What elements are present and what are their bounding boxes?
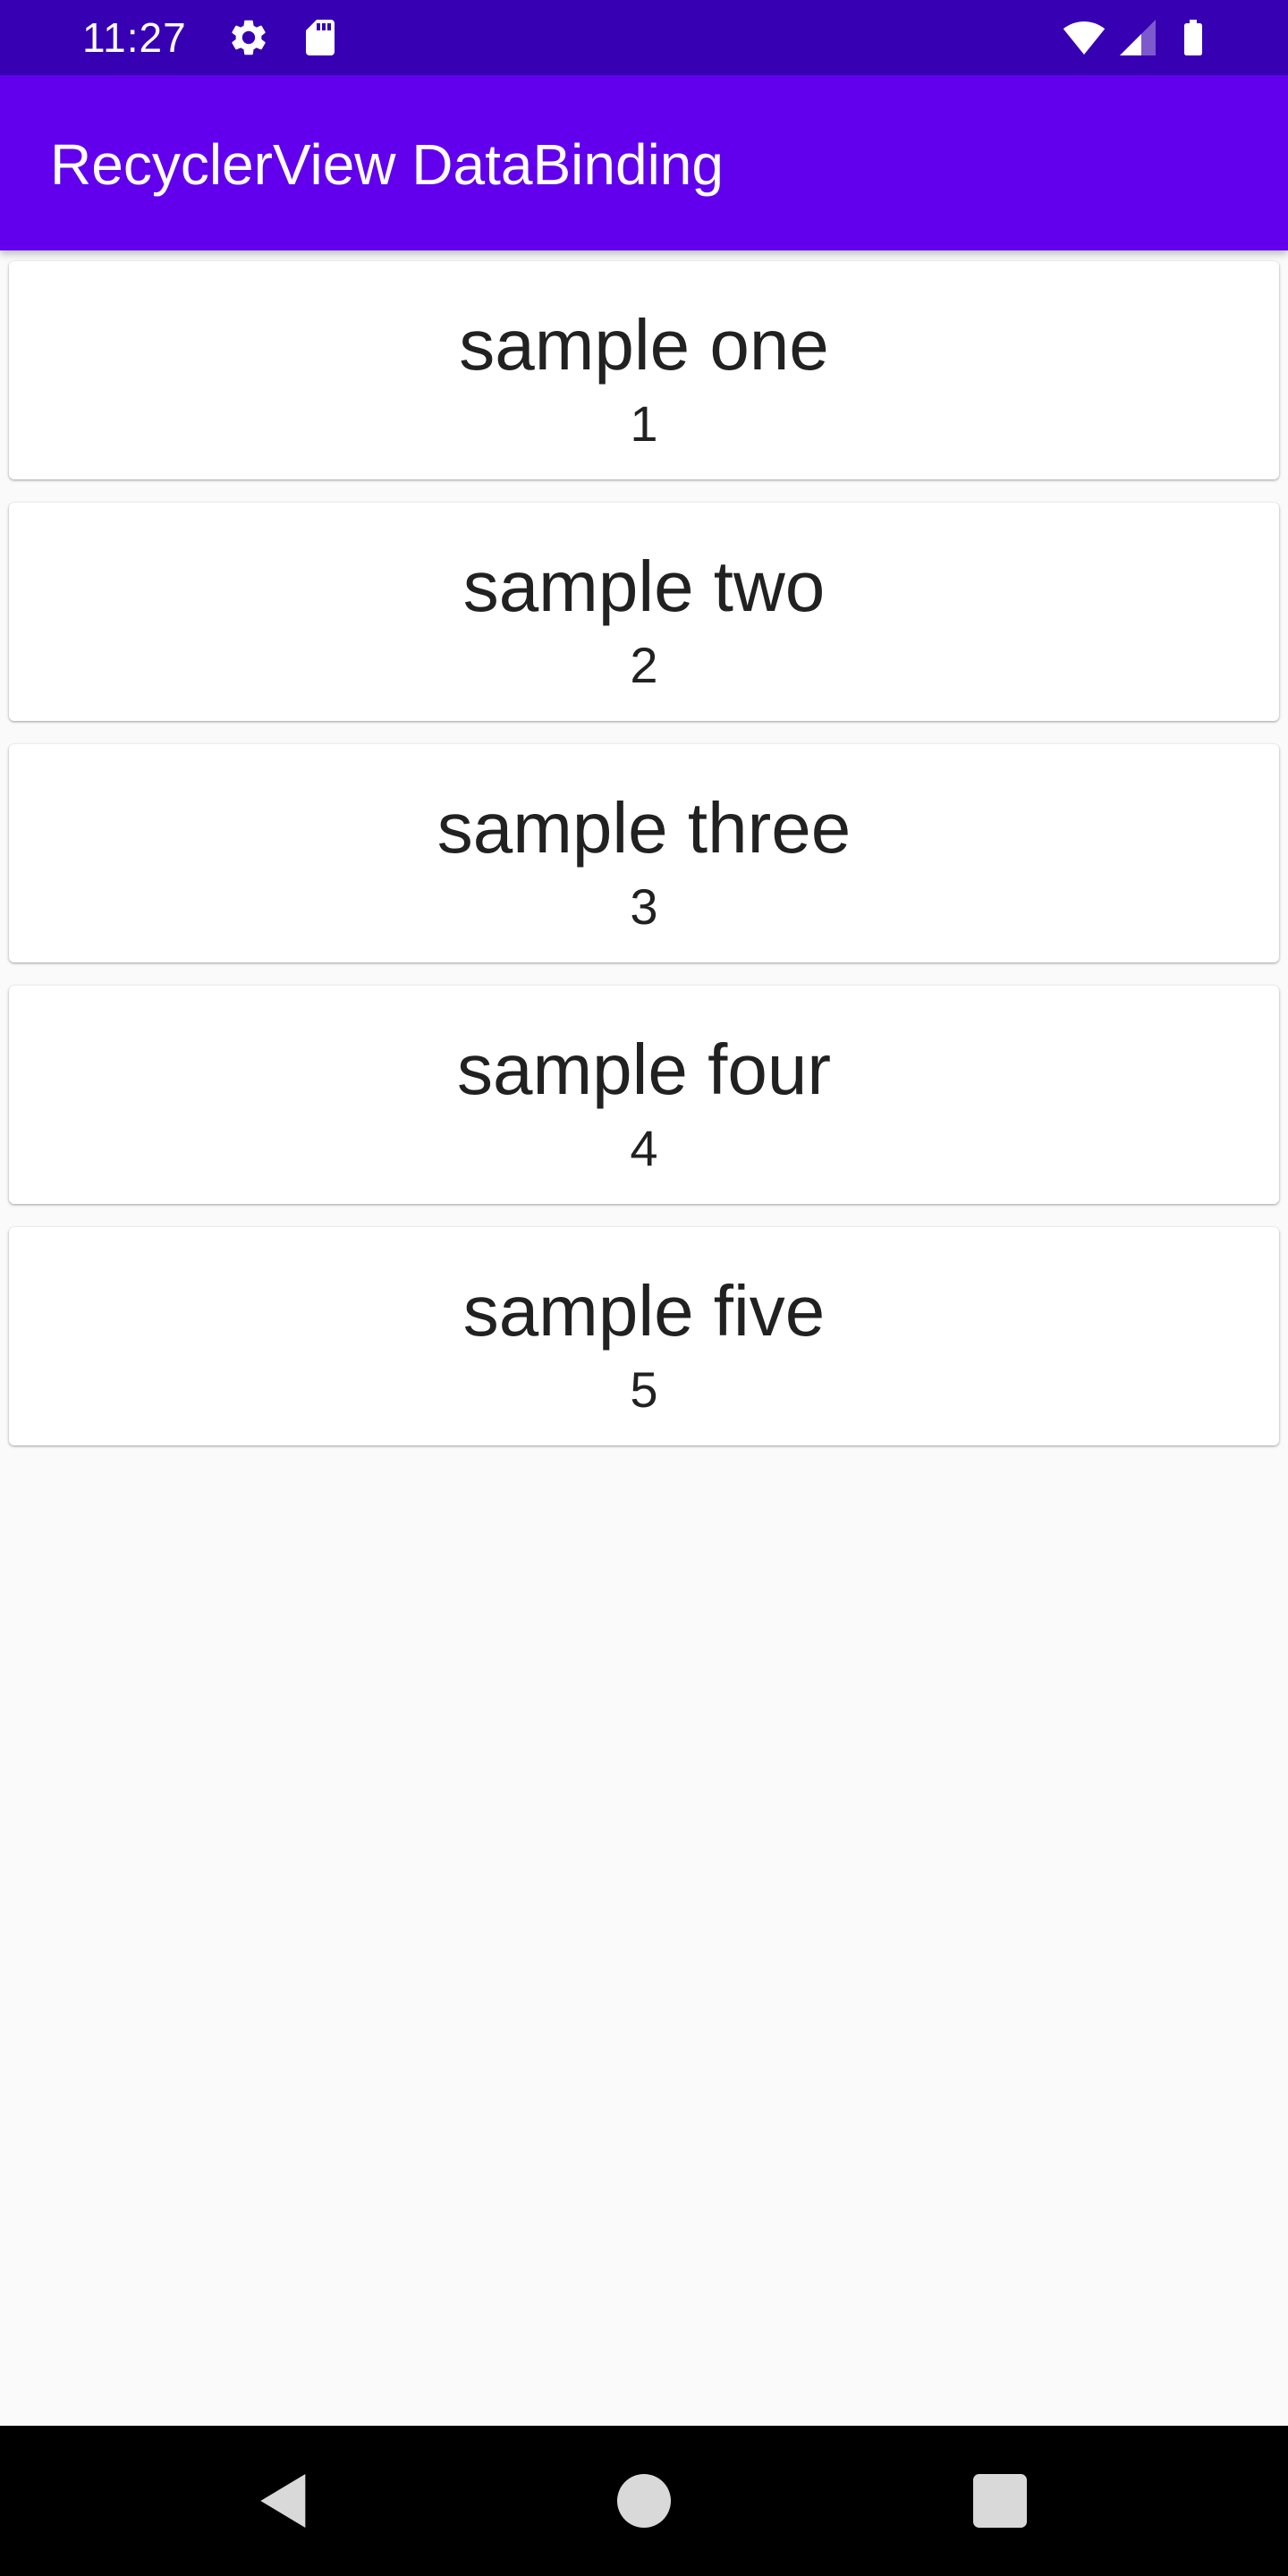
list-item[interactable]: sample five 5 bbox=[9, 1227, 1279, 1445]
item-name: sample four bbox=[457, 1030, 831, 1109]
item-name: sample two bbox=[462, 547, 826, 626]
app-bar: RecyclerView DataBinding bbox=[0, 75, 1288, 250]
sd-card-icon bbox=[299, 16, 342, 59]
wifi-icon bbox=[1063, 16, 1106, 59]
status-time: 11:27 bbox=[82, 14, 187, 61]
list-item[interactable]: sample one 1 bbox=[9, 261, 1279, 479]
cell-signal-icon bbox=[1116, 16, 1159, 59]
status-bar: 11:27 bbox=[0, 0, 1288, 75]
list-item[interactable]: sample four 4 bbox=[9, 986, 1279, 1204]
battery-icon bbox=[1172, 16, 1215, 59]
recents-icon[interactable] bbox=[964, 2465, 1036, 2537]
item-name: sample three bbox=[436, 788, 852, 868]
back-icon[interactable] bbox=[249, 2465, 320, 2537]
item-number: 3 bbox=[630, 878, 658, 935]
item-name: sample five bbox=[462, 1271, 826, 1351]
recycler-list[interactable]: sample one 1 sample two 2 sample three 3… bbox=[9, 261, 1279, 1469]
item-name: sample one bbox=[459, 305, 829, 385]
home-icon[interactable] bbox=[608, 2465, 680, 2537]
item-number: 4 bbox=[630, 1120, 658, 1176]
item-number: 2 bbox=[630, 637, 658, 693]
navigation-bar bbox=[0, 2426, 1288, 2576]
app-title: RecyclerView DataBinding bbox=[50, 132, 724, 197]
list-item[interactable]: sample two 2 bbox=[9, 503, 1279, 721]
item-number: 1 bbox=[630, 395, 658, 452]
item-number: 5 bbox=[630, 1361, 658, 1418]
settings-icon bbox=[227, 16, 270, 59]
list-item[interactable]: sample three 3 bbox=[9, 744, 1279, 962]
